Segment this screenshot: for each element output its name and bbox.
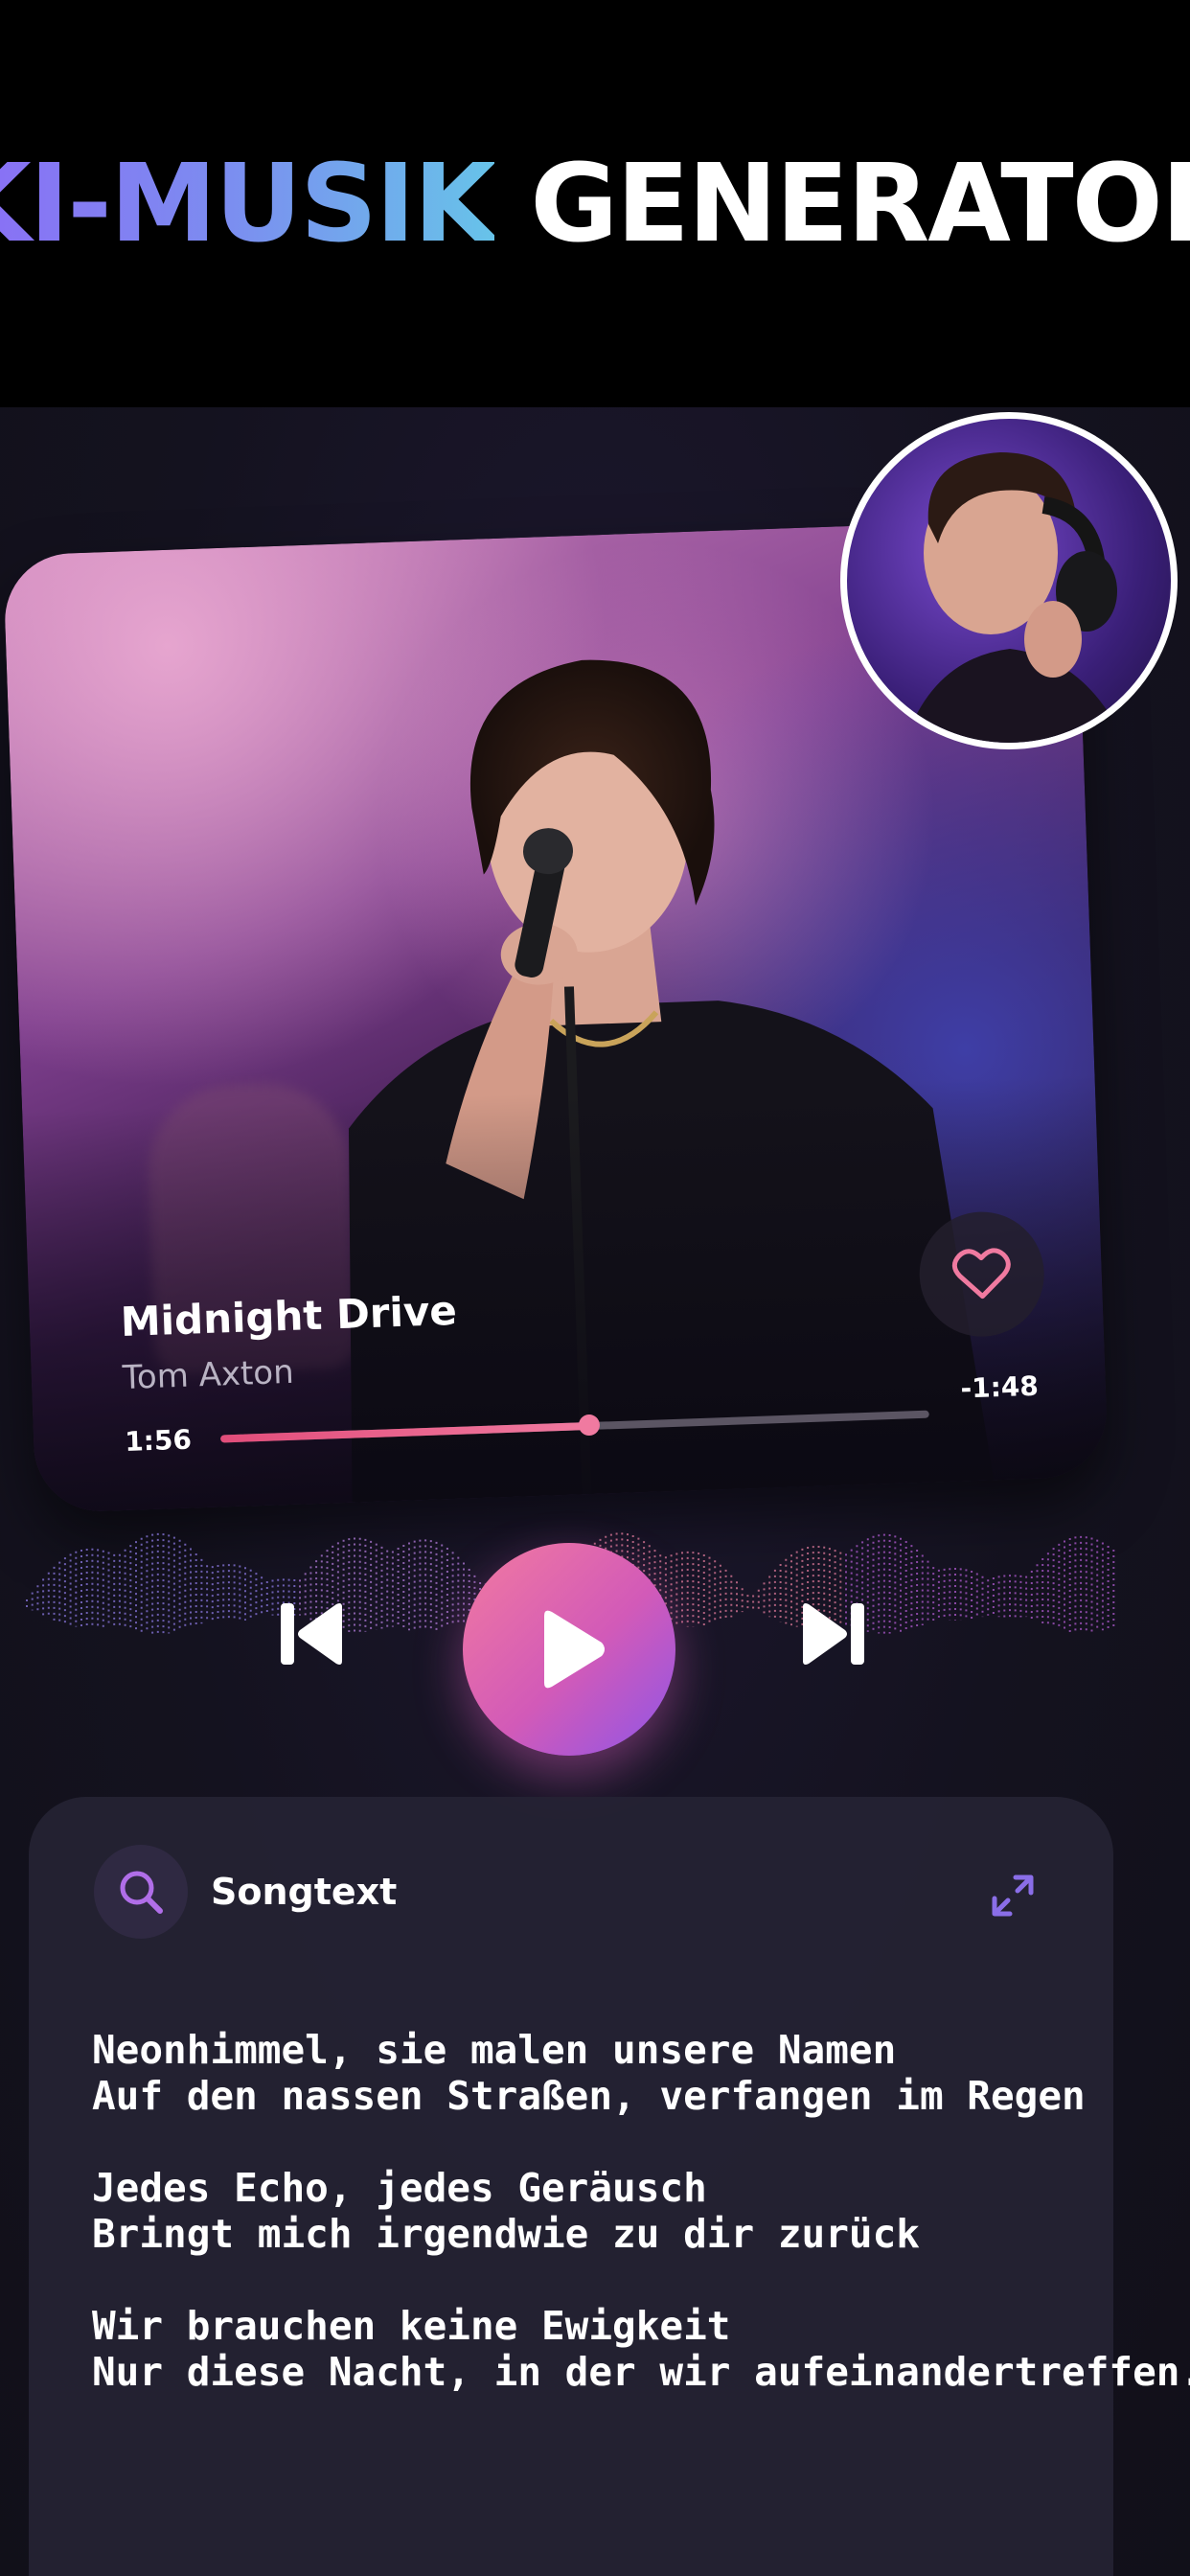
avatar-portrait [904, 452, 1125, 743]
lyrics-line: Auf den nassen Straßen, verfangen im Reg… [92, 2073, 1086, 2119]
lyrics-panel: Songtext Neonhimmel, sie malen unsere Na… [29, 1797, 1190, 2576]
avatar [840, 412, 1178, 749]
elapsed-time: 1:56 [124, 1423, 193, 1458]
lyrics-text: Neonhimmel, sie malen unsere Namen Auf d… [92, 2027, 1190, 2441]
remaining-time: -1:48 [959, 1369, 1040, 1405]
lyrics-label: Songtext [211, 1871, 398, 1913]
play-icon [544, 1610, 605, 1689]
lyrics-line: Nur diese Nacht, in der wir aufeinandert… [92, 2349, 1190, 2395]
progress-row: 1:56 -1:48 [124, 1370, 1041, 1458]
lyrics-stanza: Jedes Echo, jedes Geräusch Bringt mich i… [92, 2165, 1108, 2257]
previous-button[interactable] [273, 1596, 350, 1676]
headline-rest: GENERATOR [530, 141, 1190, 266]
next-button[interactable] [795, 1596, 872, 1676]
progress-knob[interactable] [578, 1414, 600, 1436]
headline-accent: KI-MUSIK [0, 142, 496, 266]
expand-icon [992, 1874, 1034, 1917]
progress-bar[interactable] [220, 1410, 929, 1442]
expand-button[interactable] [991, 1874, 1035, 1921]
skip-previous-icon [281, 1603, 342, 1665]
track-info: Midnight Drive Tom Axton 1:56 -1:48 [120, 1267, 1040, 1458]
hero-header: KI-MUSIK GENERATOR [0, 0, 1190, 407]
progress-fill [220, 1421, 589, 1442]
search-icon [120, 1871, 163, 1914]
headline: KI-MUSIK GENERATOR [0, 142, 1190, 266]
lyrics-line: Bringt mich irgendwie zu dir zurück [92, 2211, 920, 2257]
lyrics-stanza: Neonhimmel, sie malen unsere Namen Auf d… [92, 2027, 1108, 2119]
skip-next-icon [803, 1603, 864, 1665]
lyrics-line: Neonhimmel, sie malen unsere Namen [92, 2027, 897, 2073]
lyrics-line: Wir brauchen keine Ewigkeit [92, 2303, 731, 2349]
search-button[interactable] [94, 1845, 188, 1939]
play-button[interactable] [463, 1543, 675, 1756]
lyrics-stanza: Wir brauchen keine Ewigkeit Nur diese Na… [92, 2303, 1190, 2395]
app-screen: Midnight Drive Tom Axton 1:56 -1:48 Song… [0, 407, 1190, 2576]
lyrics-header: Songtext [94, 1845, 397, 1939]
lyrics-line: Jedes Echo, jedes Geräusch [92, 2165, 707, 2211]
heart-outline-icon [951, 1248, 1011, 1300]
